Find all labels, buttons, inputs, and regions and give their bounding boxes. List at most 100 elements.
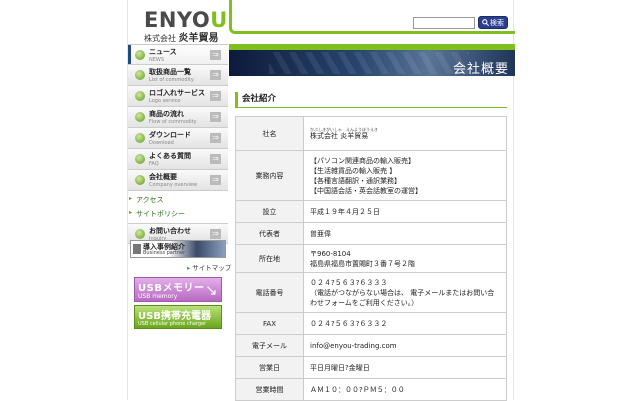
value-line: info@enyou-trading.com	[310, 341, 397, 350]
row-label: 営業時間	[235, 378, 304, 401]
value-line: 曽亜偉	[310, 229, 331, 238]
table-row: 電子メール info@enyou-trading.com	[235, 334, 507, 357]
sidebar-item-sublabel: List of commodity	[149, 77, 194, 83]
row-label: 所在地	[235, 244, 304, 273]
arrow-diagonal-icon: ↘	[205, 281, 218, 299]
sidebar-item-flow[interactable]: 商品の流れ Flow of commodity ⇒	[128, 107, 228, 128]
sitemap-link[interactable]: サイトマップ	[187, 262, 231, 272]
sidebar-item-label: ダウンロード	[149, 131, 191, 139]
banner-pattern	[269, 52, 469, 74]
sidebar-item-logo-service[interactable]: ロゴ入れサービス Logo service ⇒	[128, 86, 228, 107]
usb-charger-banner[interactable]: USB携帯充電器 USB cellular phone charger	[134, 305, 222, 329]
bullet-icon	[135, 70, 145, 80]
row-value: ＡＭ１０：００?ＰＭ５：００	[303, 378, 507, 401]
table-row: 代表者 曽亜偉	[235, 222, 507, 245]
table-row: 電話番号 ０２４?５６３?６３３３ （電話がつながらない場合は、 電子メールまたはお…	[235, 272, 507, 313]
search-input[interactable]	[413, 17, 475, 29]
sidebar-item-label: 会社概要	[149, 173, 177, 181]
value-line: 平成１９年４月２５日	[310, 207, 380, 216]
row-value: 【パソコン関連商品の輸入販売】 【生活雑貨品の輸入販売 】【各種言語翻訳・通訳業務…	[303, 150, 507, 201]
subnav-item-site-policy[interactable]: サイトポリシー	[128, 207, 228, 221]
site-header: ENYOU 株式会社 炎羊貿易 検索	[128, 0, 515, 44]
arrow-right-icon: ⇒	[210, 50, 221, 60]
table-row: FAX ０２４?５６３?６３３２	[235, 312, 507, 335]
sidebar-item-sublabel: Company overview	[149, 182, 198, 188]
sidebar-item-products[interactable]: 取扱商品一覧 List of commodity ⇒	[128, 65, 228, 86]
row-label: 営業日	[235, 356, 304, 379]
document-icon	[133, 244, 141, 254]
subnav-item-access[interactable]: アクセス	[128, 193, 228, 207]
sidebar-item-label: ロゴ入れサービス	[149, 89, 205, 97]
row-label: 設立	[235, 200, 304, 223]
table-row: 業務内容 【パソコン関連商品の輸入販売】 【生活雑貨品の輸入販売 】【各種言語翻訳・…	[235, 150, 507, 201]
table-row: 営業日 平日月曜日?金曜日	[235, 356, 507, 379]
sidebar-item-label: 取扱商品一覧	[149, 68, 191, 76]
page-container: ENYOU 株式会社 炎羊貿易 検索 ニュース NEWS ⇒ 取扱商品一覧 Li…	[127, 0, 515, 401]
usb-memory-banner[interactable]: USBメモリー USB memory ↘	[134, 277, 222, 302]
sidebar-item-sublabel: Flow of commodity	[149, 119, 197, 125]
row-value: ０２４?５６３?６３３２	[303, 312, 507, 335]
value-line: 福島県福島市置賜町３番７号２階	[310, 259, 415, 268]
row-label: 社名	[235, 116, 304, 151]
arrow-right-icon: ⇒	[210, 154, 221, 164]
arrow-right-icon: ⇒	[210, 91, 221, 101]
bullet-icon	[135, 229, 145, 239]
search-icon	[482, 19, 489, 26]
value-line: 〒960-8104	[310, 249, 351, 258]
bullet-icon	[135, 133, 145, 143]
row-value: 曽亜偉	[303, 222, 507, 245]
usb-charger-title: USB携帯充電器	[138, 311, 211, 322]
section-heading: 会社紹介	[235, 92, 507, 108]
sidebar-item-download[interactable]: ダウンロード Download ⇒	[128, 128, 228, 149]
sidebar-item-label: ニュース	[149, 48, 177, 56]
page-banner: 会社概要	[229, 44, 515, 76]
sidebar-item-faq[interactable]: よくある質問 FAQ ⇒	[128, 149, 228, 170]
bullet-icon	[135, 175, 145, 185]
logo[interactable]: ENYOU 株式会社 炎羊貿易	[128, 0, 228, 44]
sidebar-item-sublabel: FAQ	[149, 161, 159, 167]
value-line: 【中国語会話・英会話教室の運営】	[310, 186, 422, 195]
sidebar-item-company[interactable]: 会社概要 Company overview ⇒	[128, 170, 228, 191]
row-label: 代表者	[235, 222, 304, 245]
case-study-subtitle: Business partner	[143, 250, 186, 256]
arrow-right-icon: ⇒	[210, 229, 221, 239]
ruby-text: かぶしきがいしゃ えんようぼうえき	[310, 127, 378, 132]
search-button[interactable]: 検索	[478, 16, 508, 29]
company-info-table: 社名 かぶしきがいしゃ えんようぼうえき 株式会社 炎羊貿易 業務内容 【パソコン関連商…	[235, 116, 507, 401]
table-row: 社名 かぶしきがいしゃ えんようぼうえき 株式会社 炎羊貿易	[235, 116, 507, 151]
value-line: ０２４?５６３?６３３３	[310, 278, 388, 287]
sidebar-item-sublabel: NEWS	[149, 57, 165, 63]
row-value: 平成１９年４月２５日	[303, 200, 507, 223]
value-line: 【パソコン関連商品の輸入販売】	[310, 156, 415, 165]
company-subnav: アクセス サイトポリシー	[128, 191, 228, 223]
sidebar-item-news[interactable]: ニュース NEWS ⇒	[128, 44, 228, 65]
sidebar-item-label: よくある質問	[149, 152, 191, 160]
sidebar-item-sublabel: Logo service	[149, 98, 181, 104]
table-row: 設立 平成１９年４月２５日	[235, 200, 507, 223]
row-value: ０２４?５６３?６３３３ （電話がつながらない場合は、 電子メールまたはお問い合わ…	[303, 272, 507, 313]
bullet-icon	[135, 154, 145, 164]
bullet-icon	[135, 50, 145, 60]
page-title: 会社概要	[452, 62, 509, 76]
value-line: （電話がつながらない場合は、 電子メールまたはお問い合わせフォームをご利用くださ…	[310, 288, 495, 307]
case-study-banner[interactable]: 導入事例紹介 Business partner	[130, 240, 226, 258]
value-line: ０２４?５６３?６３３２	[310, 319, 388, 328]
arrow-right-icon: ⇒	[210, 70, 221, 80]
row-label: 電子メール	[235, 334, 304, 357]
arrow-right-icon: ⇒	[210, 112, 221, 122]
row-label: FAX	[235, 312, 304, 335]
bullet-icon	[135, 91, 145, 101]
sidebar-item-sublabel: Download	[149, 140, 174, 146]
arrow-right-icon: ⇒	[210, 175, 221, 185]
bullet-icon	[135, 112, 145, 122]
value-line: 平日月曜日?金曜日	[310, 363, 370, 372]
row-value: 平日月曜日?金曜日	[303, 356, 507, 379]
search-button-label: 検索	[490, 18, 504, 27]
sidebar-nav: ニュース NEWS ⇒ 取扱商品一覧 List of commodity ⇒ ロ…	[128, 44, 228, 244]
usb-memory-subtitle: USB memory	[138, 293, 178, 300]
usb-charger-subtitle: USB cellular phone charger	[138, 321, 207, 327]
row-label: 業務内容	[235, 150, 304, 201]
logo-company-name: 株式会社 炎羊貿易	[144, 33, 219, 44]
row-value: かぶしきがいしゃ えんようぼうえき 株式会社 炎羊貿易	[303, 116, 507, 151]
row-value: 〒960-8104 福島県福島市置賜町３番７号２階	[303, 244, 507, 273]
